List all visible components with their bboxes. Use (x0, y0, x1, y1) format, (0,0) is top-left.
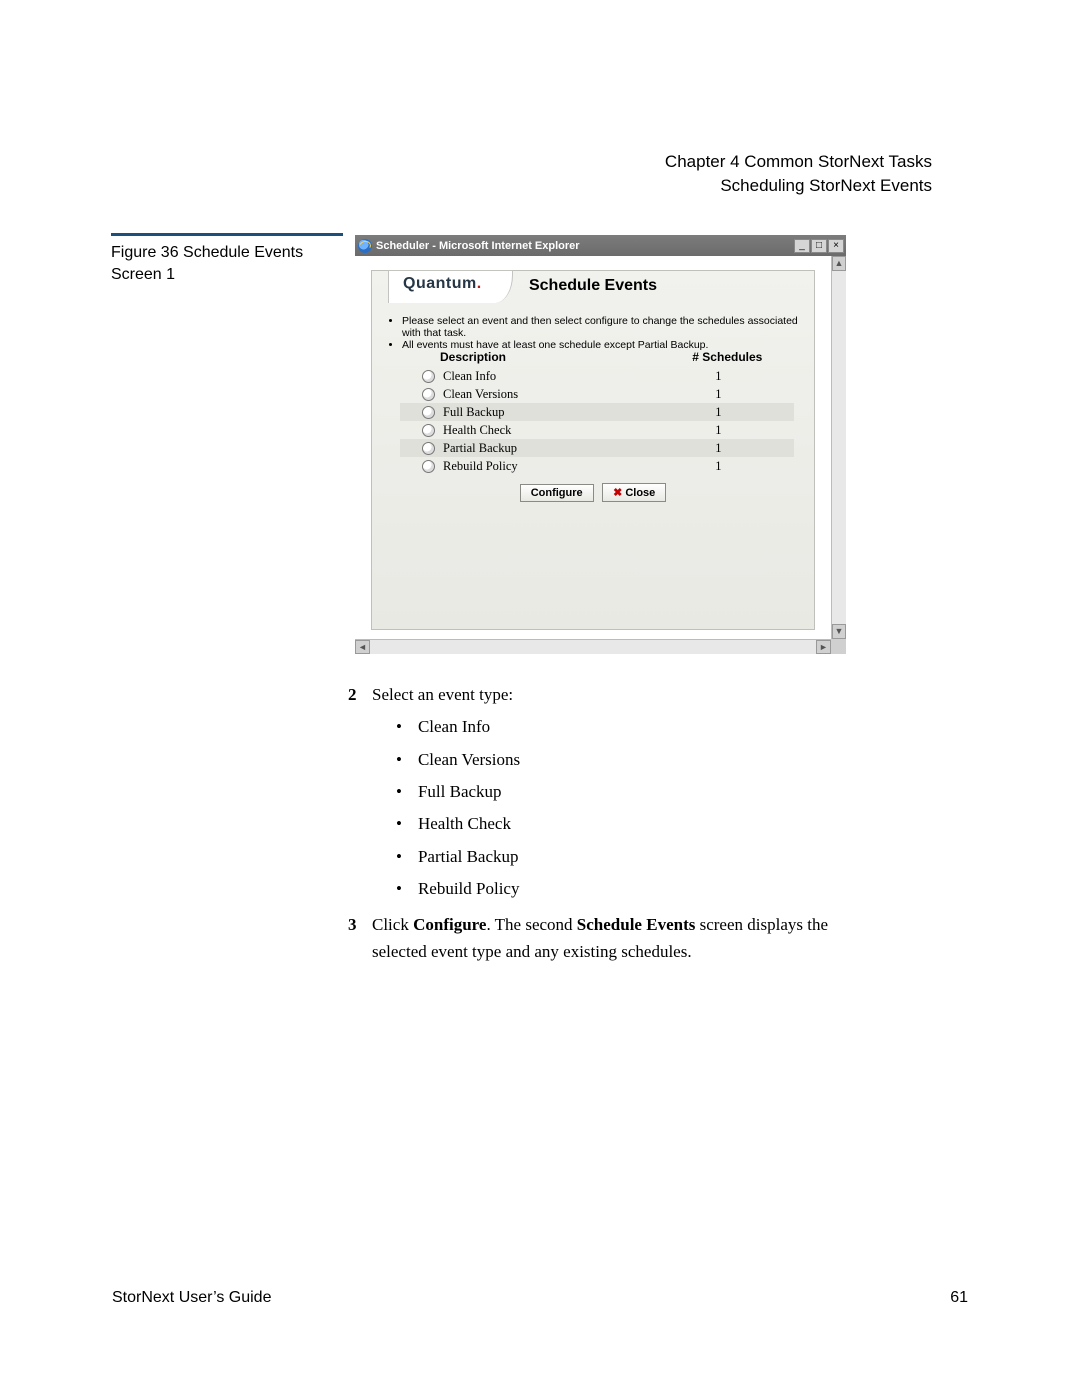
row-label: Health Check (443, 423, 511, 438)
radio-icon[interactable] (422, 388, 435, 401)
close-button[interactable]: ✖Close (602, 483, 666, 502)
note-line: Please select an event and then select c… (402, 315, 802, 339)
scroll-right-icon[interactable]: ► (816, 640, 831, 654)
page-header: Chapter 4 Common StorNext Tasks Scheduli… (665, 150, 932, 198)
radio-icon[interactable] (422, 442, 435, 455)
table-row[interactable]: Rebuild Policy 1 (400, 457, 794, 475)
ie-icon (358, 239, 372, 253)
maximize-button[interactable]: □ (811, 239, 827, 253)
row-count: 1 (643, 441, 794, 456)
row-count: 1 (643, 369, 794, 384)
scroll-down-icon[interactable]: ▼ (832, 624, 846, 639)
table-row[interactable]: Clean Info 1 (400, 367, 794, 385)
caption-rule (111, 233, 343, 236)
step-2: 2 Select an event type: (348, 682, 848, 708)
window-titlebar: Scheduler - Microsoft Internet Explorer … (355, 235, 846, 256)
row-label: Partial Backup (443, 441, 517, 456)
body-text: 2 Select an event type: Clean Info Clean… (348, 682, 848, 971)
row-label: Clean Versions (443, 387, 518, 402)
close-window-button[interactable]: × (828, 239, 844, 253)
chapter-line: Chapter 4 Common StorNext Tasks (665, 150, 932, 174)
configure-button[interactable]: Configure (520, 484, 594, 502)
row-label: Clean Info (443, 369, 496, 384)
col-schedules: # Schedules (661, 350, 794, 364)
minimize-button[interactable]: _ (794, 239, 810, 253)
step-number: 3 (348, 912, 362, 965)
step-3: 3 Click Configure. The second Schedule E… (348, 912, 848, 965)
close-x-icon: ✖ (613, 487, 622, 499)
row-count: 1 (643, 387, 794, 402)
window-title: Scheduler - Microsoft Internet Explorer (376, 240, 580, 252)
row-count: 1 (643, 405, 794, 420)
horizontal-scrollbar[interactable]: ◄ ► (355, 639, 831, 654)
col-description: Description (400, 350, 661, 364)
radio-icon[interactable] (422, 424, 435, 437)
list-item: Clean Info (396, 714, 848, 740)
footer-right: 61 (950, 1289, 968, 1307)
row-count: 1 (643, 423, 794, 438)
scroll-up-icon[interactable]: ▲ (832, 256, 846, 271)
radio-icon[interactable] (422, 370, 435, 383)
list-item: Rebuild Policy (396, 876, 848, 902)
table-row[interactable]: Full Backup 1 (400, 403, 794, 421)
table-header: Description # Schedules (400, 347, 794, 367)
panel-buttons: Configure ✖Close (372, 483, 814, 502)
panel-notes: Please select an event and then select c… (388, 315, 802, 351)
radio-icon[interactable] (422, 406, 435, 419)
scroll-left-icon[interactable]: ◄ (355, 640, 370, 654)
step-text: Select an event type: (372, 682, 513, 708)
scroll-corner (831, 639, 846, 654)
window-content: Quantum. Schedule Events Please select a… (355, 256, 831, 639)
table-row[interactable]: Clean Versions 1 (400, 385, 794, 403)
step-number: 2 (348, 682, 362, 708)
schedule-table: Description # Schedules Clean Info 1 Cle… (400, 347, 794, 475)
list-item: Partial Backup (396, 844, 848, 870)
schedule-panel: Quantum. Schedule Events Please select a… (371, 270, 815, 630)
radio-icon[interactable] (422, 460, 435, 473)
list-item: Health Check (396, 811, 848, 837)
step-text: Click Configure. The second Schedule Eve… (372, 912, 848, 965)
list-item: Clean Versions (396, 747, 848, 773)
list-item: Full Backup (396, 779, 848, 805)
row-label: Rebuild Policy (443, 459, 518, 474)
scheduler-window: Scheduler - Microsoft Internet Explorer … (355, 235, 846, 654)
section-line: Scheduling StorNext Events (665, 174, 932, 198)
table-row[interactable]: Health Check 1 (400, 421, 794, 439)
vertical-scrollbar[interactable]: ▲ ▼ (831, 256, 846, 639)
figure-caption: Figure 36 Schedule Events Screen 1 (111, 242, 343, 287)
table-row[interactable]: Partial Backup 1 (400, 439, 794, 457)
panel-title: Schedule Events (372, 277, 814, 295)
event-type-list: Clean Info Clean Versions Full Backup He… (348, 714, 848, 902)
page-footer: StorNext User’s Guide 61 (112, 1289, 968, 1307)
footer-left: StorNext User’s Guide (112, 1289, 271, 1307)
row-label: Full Backup (443, 405, 504, 420)
row-count: 1 (643, 459, 794, 474)
